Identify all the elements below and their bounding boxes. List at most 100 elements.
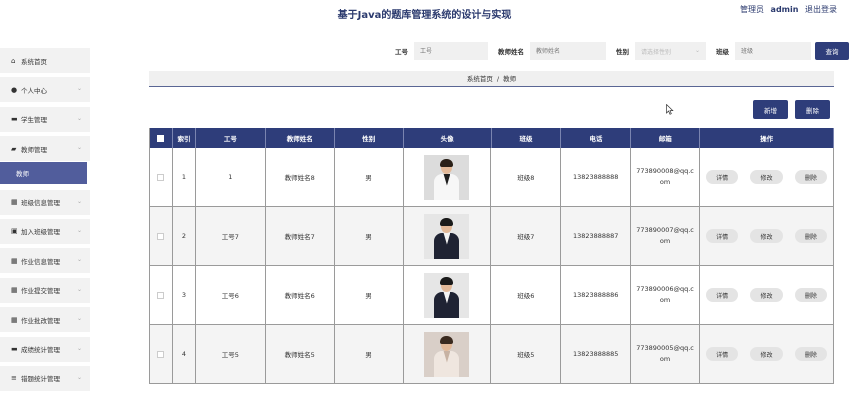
sidebar-item[interactable]: ≡ 错题统计管理 ⌄	[0, 365, 90, 391]
chevron-down-icon: ⌄	[76, 114, 82, 122]
class-input[interactable]	[735, 42, 811, 60]
cell-gender: 男	[335, 207, 404, 265]
edit-button[interactable]: 修改	[750, 347, 783, 361]
sidebar-item[interactable]: ▬ 成绩统计管理 ⌄	[0, 336, 90, 362]
sidebar-item[interactable]: ▦ 作业信息管理 ⌄	[0, 248, 90, 274]
select-all-cell	[150, 128, 173, 148]
cell-index: 4	[173, 325, 196, 383]
table-row: 1 1 教师姓名8 男班级8 13823888888 773890008@qq.com 详情…	[150, 148, 834, 207]
add-button[interactable]: 新增	[753, 100, 788, 119]
row-checkbox[interactable]	[157, 291, 165, 299]
teacher-name-input[interactable]	[530, 42, 606, 60]
search-button[interactable]: 查询	[815, 42, 849, 60]
chevron-down-icon: ⌄	[76, 226, 82, 234]
cell-class: 班级5	[491, 325, 562, 383]
cell-gender: 男	[335, 148, 404, 206]
chevron-down-icon: ⌄	[76, 344, 82, 352]
cell-actions: 详情 修改 删除	[700, 266, 834, 324]
detail-button[interactable]: 详情	[706, 347, 739, 361]
sidebar-item-label: 作业批改管理	[21, 316, 60, 325]
select-all-checkbox[interactable]	[157, 134, 165, 142]
row-checkbox[interactable]	[157, 350, 165, 358]
row-delete-button[interactable]: 删除	[794, 288, 827, 302]
header-avatar: 头像	[404, 128, 492, 148]
sidebar-item-label: 作业信息管理	[21, 257, 60, 266]
row-delete-button[interactable]: 删除	[794, 347, 827, 361]
delete-button[interactable]: 删除	[795, 100, 830, 119]
detail-button[interactable]: 详情	[706, 288, 739, 302]
sidebar-item[interactable]: ⌂ 系统首页	[0, 48, 90, 73]
cell-name: 教师姓名7	[266, 207, 335, 265]
row-select-cell	[150, 207, 173, 265]
teacher-table: 索引 工号 教师姓名 性别 头像 班级 电话 邮箱 操作 1 1 教师姓名8 男班级8…	[149, 128, 834, 384]
top-bar: 基于Java的题库管理系统的设计与实现 管理员 admin 退出登录	[0, 0, 849, 26]
gonghao-input[interactable]	[414, 42, 488, 60]
cell-name: 教师姓名6	[266, 266, 335, 324]
row-select-cell	[150, 148, 173, 206]
cell-name: 教师姓名8	[266, 148, 335, 206]
sidebar-item-label: 系统首页	[21, 57, 47, 66]
sidebar-item-label: 成绩统计管理	[21, 346, 60, 355]
edit-button[interactable]: 修改	[750, 229, 783, 243]
sidebar-subitem-teacher[interactable]: 教师	[0, 161, 87, 184]
mouse-cursor-icon	[666, 104, 674, 115]
sidebar-item[interactable]: ▦ 班级信息管理 ⌄	[0, 189, 90, 215]
sidebar-item[interactable]: ▣ 加入班级管理 ⌄	[0, 218, 90, 244]
sidebar-item[interactable]: ▬ 学生管理 ⌄	[0, 106, 90, 132]
cell-phone: 13823888888	[561, 148, 632, 206]
detail-button[interactable]: 详情	[706, 229, 739, 243]
sidebar-item[interactable]: ▰ 教师管理 ⌄	[0, 136, 90, 162]
sidebar-item-label: 个人中心	[21, 86, 47, 95]
table-row: 4 工号5 教师姓名5 男 班级5 13823888885 773890005@qq.com…	[150, 325, 834, 384]
sidebar-item-label: 加入班级管理	[21, 228, 60, 237]
sidebar-item[interactable]: ▦ 作业提交管理 ⌄	[0, 277, 90, 303]
teacher-name-label: 教师姓名	[498, 48, 524, 56]
cell-index: 1	[173, 148, 196, 206]
grid-icon: ▦	[11, 198, 18, 207]
sidebar-item-label: 错题统计管理	[21, 375, 60, 384]
edit-button[interactable]: 修改	[750, 288, 783, 302]
table-actions: 新增 删除	[753, 100, 830, 119]
email-text: 773890006@qq.com	[636, 285, 694, 304]
teacher-photo	[424, 154, 470, 200]
header-actions: 操作	[700, 128, 834, 148]
gonghao-label: 工号	[395, 48, 408, 56]
sidebar-item[interactable]: ▦ 作业批改管理 ⌄	[0, 307, 90, 333]
breadcrumb-home[interactable]: 系统首页	[467, 75, 493, 83]
email-text: 773890008@qq.com	[636, 167, 694, 186]
detail-button[interactable]: 详情	[706, 170, 739, 184]
header-index: 索引	[173, 128, 196, 148]
cell-avatar	[404, 266, 492, 324]
edit-button[interactable]: 修改	[750, 170, 783, 184]
chat-icon: ▬	[11, 345, 18, 354]
sidebar: ⌂ 系统首页 ● 个人中心 ⌄ ▬ 学生管理 ⌄ ▰ 教师管理 ⌄ 教师 ▦ 班级信息管理 ⌄ ▣ 加入班级管理…	[0, 48, 90, 404]
email-text: 773890007@qq.com	[636, 226, 694, 245]
row-checkbox[interactable]	[157, 173, 165, 181]
cell-phone: 13823888886	[561, 266, 632, 324]
cell-gonghao: 工号6	[196, 266, 266, 324]
user-role: 管理员	[740, 5, 764, 14]
logout-link[interactable]: 退出登录	[805, 5, 837, 14]
cell-name: 教师姓名5	[266, 325, 335, 383]
table-row: 3 工号6 教师姓名6 男 班级6 13823888886 773890006@qq.com…	[150, 266, 834, 325]
sidebar-item[interactable]: ● 个人中心 ⌄	[0, 77, 90, 103]
table-body: 1 1 教师姓名8 男班级8 13823888888 773890008@qq.com 详情…	[150, 148, 834, 384]
row-delete-button[interactable]: 删除	[794, 229, 827, 243]
row-checkbox[interactable]	[157, 232, 165, 240]
cell-gonghao: 1	[196, 148, 266, 206]
gender-select[interactable]: 请选择性别 ⌄	[635, 42, 706, 60]
row-delete-button[interactable]: 删除	[794, 170, 827, 184]
cell-avatar	[404, 207, 492, 265]
chevron-down-icon: ⌄	[76, 315, 82, 323]
cell-actions: 详情 修改 删除	[700, 325, 834, 383]
sidebar-item-label: 教师管理	[21, 145, 47, 154]
list-icon: ≡	[11, 374, 17, 383]
header-gender: 性别	[335, 128, 404, 148]
cell-gonghao: 工号7	[196, 207, 266, 265]
teacher-photo	[424, 213, 470, 259]
cell-gender: 男	[335, 325, 404, 383]
chevron-down-icon: ⌄	[694, 47, 700, 54]
class-label: 班级	[716, 48, 729, 56]
grid-icon: ▦	[11, 286, 18, 295]
cell-gender: 男	[335, 266, 404, 324]
